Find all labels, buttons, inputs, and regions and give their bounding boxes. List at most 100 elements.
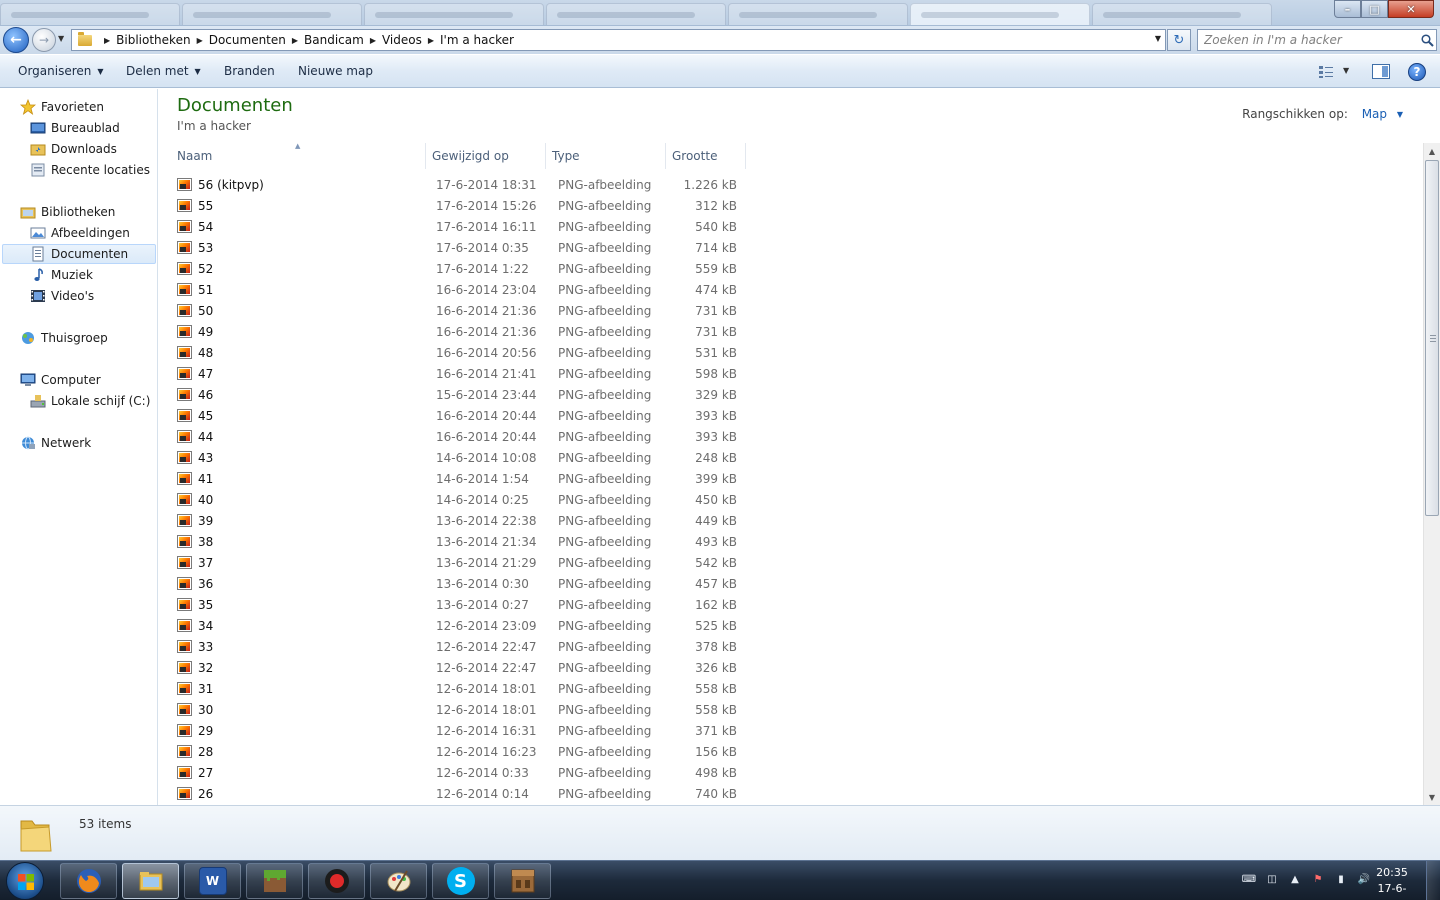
file-row[interactable]: 43 14-6-2014 10:08 PNG-afbeelding 248 kB [171,447,743,468]
sidebar-item-homegroup[interactable]: Thuisgroep [20,328,108,348]
file-row[interactable]: 47 16-6-2014 21:41 PNG-afbeelding 598 kB [171,363,743,384]
breadcrumb-current-folder[interactable]: I'm a hacker [440,33,514,47]
scroll-thumb[interactable] [1425,160,1439,516]
keyboard-icon[interactable]: ⌨ [1241,871,1257,887]
search-box[interactable] [1197,29,1437,51]
column-header-type[interactable]: Type [546,143,666,169]
back-button[interactable]: ← [3,27,29,53]
file-row[interactable]: 52 17-6-2014 1:22 PNG-afbeelding 559 kB [171,258,743,279]
sidebar-item-music[interactable]: Muziek [30,265,93,285]
file-row[interactable]: 49 16-6-2014 21:36 PNG-afbeelding 731 kB [171,321,743,342]
maximize-button[interactable]: □ [1361,0,1388,18]
file-row[interactable]: 44 16-6-2014 20:44 PNG-afbeelding 393 kB [171,426,743,447]
file-row[interactable]: 34 12-6-2014 23:09 PNG-afbeelding 525 kB [171,615,743,636]
taskbar-bandicam[interactable] [308,863,365,899]
png-image-icon [177,283,192,296]
close-button[interactable]: ✕ [1388,0,1434,18]
file-row[interactable]: 39 13-6-2014 22:38 PNG-afbeelding 449 kB [171,510,743,531]
taskbar-word[interactable]: W [184,863,241,899]
file-row[interactable]: 31 12-6-2014 18:01 PNG-afbeelding 558 kB [171,678,743,699]
chevron-right-icon[interactable]: ▶ [197,36,203,45]
organize-button[interactable]: Organiseren ▼ [18,64,104,78]
file-row[interactable]: 40 14-6-2014 0:25 PNG-afbeelding 450 kB [171,489,743,510]
file-row[interactable]: 38 13-6-2014 21:34 PNG-afbeelding 493 kB [171,531,743,552]
file-row[interactable]: 41 14-6-2014 1:54 PNG-afbeelding 399 kB [171,468,743,489]
file-row[interactable]: 26 12-6-2014 0:14 PNG-afbeelding 740 kB [171,783,743,804]
file-row[interactable]: 53 17-6-2014 0:35 PNG-afbeelding 714 kB [171,237,743,258]
chevron-down-icon[interactable]: ▼ [1397,110,1403,119]
network-signal-icon[interactable]: ▮ [1333,871,1349,887]
breadcrumb-bibliotheken[interactable]: Bibliotheken [116,33,190,47]
scroll-up-arrow-icon[interactable]: ▲ [1424,143,1440,159]
burn-button[interactable]: Branden [224,64,275,78]
file-row[interactable]: 37 13-6-2014 21:29 PNG-afbeelding 542 kB [171,552,743,573]
taskbar-skype[interactable]: S [432,863,489,899]
share-with-button[interactable]: Delen met ▼ [126,64,201,78]
sidebar-item-documents[interactable]: Documenten [2,244,156,264]
breadcrumb-bandicam[interactable]: Bandicam [304,33,364,47]
search-input[interactable] [1198,33,1418,47]
sidebar-item-network[interactable]: Netwerk [20,433,91,453]
taskbar-explorer[interactable] [122,863,179,899]
chevron-right-icon[interactable]: ▶ [370,36,376,45]
new-folder-button[interactable]: Nieuwe map [298,64,373,78]
file-row[interactable]: 32 12-6-2014 22:47 PNG-afbeelding 326 kB [171,657,743,678]
taskbar-paint[interactable] [370,863,427,899]
chevron-right-icon[interactable]: ▶ [104,36,110,45]
forward-button[interactable]: → [32,28,56,52]
view-options-dropdown[interactable]: ▼ [1343,66,1349,75]
arrange-by-dropdown[interactable]: Map [1362,107,1387,121]
sidebar-item-desktop[interactable]: Bureaublad [30,118,120,138]
sidebar-item-videos[interactable]: Video's [30,286,94,306]
sidebar-item-computer[interactable]: Computer [20,370,101,390]
search-icon[interactable] [1418,31,1436,49]
address-dropdown[interactable]: ▼ [1155,34,1161,43]
clock[interactable]: 20:35 17-6-2014 [1364,865,1420,900]
file-row[interactable]: 45 16-6-2014 20:44 PNG-afbeelding 393 kB [171,405,743,426]
file-row[interactable]: 29 12-6-2014 16:31 PNG-afbeelding 371 kB [171,720,743,741]
help-icon[interactable]: ? [1408,63,1426,81]
breadcrumb-videos[interactable]: Videos [382,33,422,47]
file-row[interactable]: 35 13-6-2014 0:27 PNG-afbeelding 162 kB [171,594,743,615]
file-row[interactable]: 30 12-6-2014 18:01 PNG-afbeelding 558 kB [171,699,743,720]
chevron-right-icon[interactable]: ▶ [428,36,434,45]
sidebar-item-local-disk[interactable]: Lokale schijf (C:) [30,391,150,411]
sidebar-item-downloads[interactable]: Downloads [30,139,117,159]
display-icon[interactable]: ◫ [1264,871,1280,887]
file-row[interactable]: 56 (kitpvp) 17-6-2014 18:31 PNG-afbeelding… [171,174,743,195]
file-row[interactable]: 48 16-6-2014 20:56 PNG-afbeelding 531 kB [171,342,743,363]
change-view-icon[interactable] [1318,65,1334,79]
column-header-size[interactable]: Grootte [666,143,746,169]
sidebar-item-recent-places[interactable]: Recente locaties [30,160,150,180]
file-row[interactable]: 33 12-6-2014 22:47 PNG-afbeelding 378 kB [171,636,743,657]
address-bar[interactable]: ▶ Bibliotheken ▶ Documenten ▶ Bandicam ▶… [71,29,1166,51]
vertical-scrollbar[interactable]: ▲ ▼ [1423,143,1440,805]
refresh-button[interactable]: ↻ [1167,29,1191,51]
file-row[interactable]: 28 12-6-2014 16:23 PNG-afbeelding 156 kB [171,741,743,762]
action-center-flag-icon[interactable]: ⚑ [1310,871,1326,887]
taskbar-minecraft[interactable] [246,863,303,899]
file-row[interactable]: 54 17-6-2014 16:11 PNG-afbeelding 540 kB [171,216,743,237]
sidebar-item-libraries[interactable]: Bibliotheken [20,202,115,222]
taskbar-minecraft-launcher[interactable] [494,863,551,899]
preview-pane-icon[interactable] [1372,64,1390,79]
chevron-right-icon[interactable]: ▶ [292,36,298,45]
minimize-button[interactable]: – [1334,0,1361,18]
column-header-name[interactable]: Naam ▲ [171,142,426,169]
recent-pages-dropdown[interactable]: ▼ [58,34,64,43]
taskbar-firefox[interactable] [60,863,117,899]
file-row[interactable]: 51 16-6-2014 23:04 PNG-afbeelding 474 kB [171,279,743,300]
file-row[interactable]: 55 17-6-2014 15:26 PNG-afbeelding 312 kB [171,195,743,216]
file-row[interactable]: 50 16-6-2014 21:36 PNG-afbeelding 731 kB [171,300,743,321]
column-header-modified[interactable]: Gewijzigd op [426,143,546,169]
start-button[interactable] [6,862,44,900]
scroll-down-arrow-icon[interactable]: ▼ [1424,789,1440,805]
file-row[interactable]: 46 15-6-2014 23:44 PNG-afbeelding 329 kB [171,384,743,405]
show-desktop-button[interactable] [1426,861,1440,900]
show-hidden-icons-chevron-up-icon[interactable]: ▲ [1287,871,1303,887]
file-row[interactable]: 36 13-6-2014 0:30 PNG-afbeelding 457 kB [171,573,743,594]
sidebar-item-pictures[interactable]: Afbeeldingen [30,223,130,243]
file-row[interactable]: 27 12-6-2014 0:33 PNG-afbeelding 498 kB [171,762,743,783]
breadcrumb-documenten[interactable]: Documenten [209,33,286,47]
sidebar-item-favorites[interactable]: Favorieten [20,97,104,117]
